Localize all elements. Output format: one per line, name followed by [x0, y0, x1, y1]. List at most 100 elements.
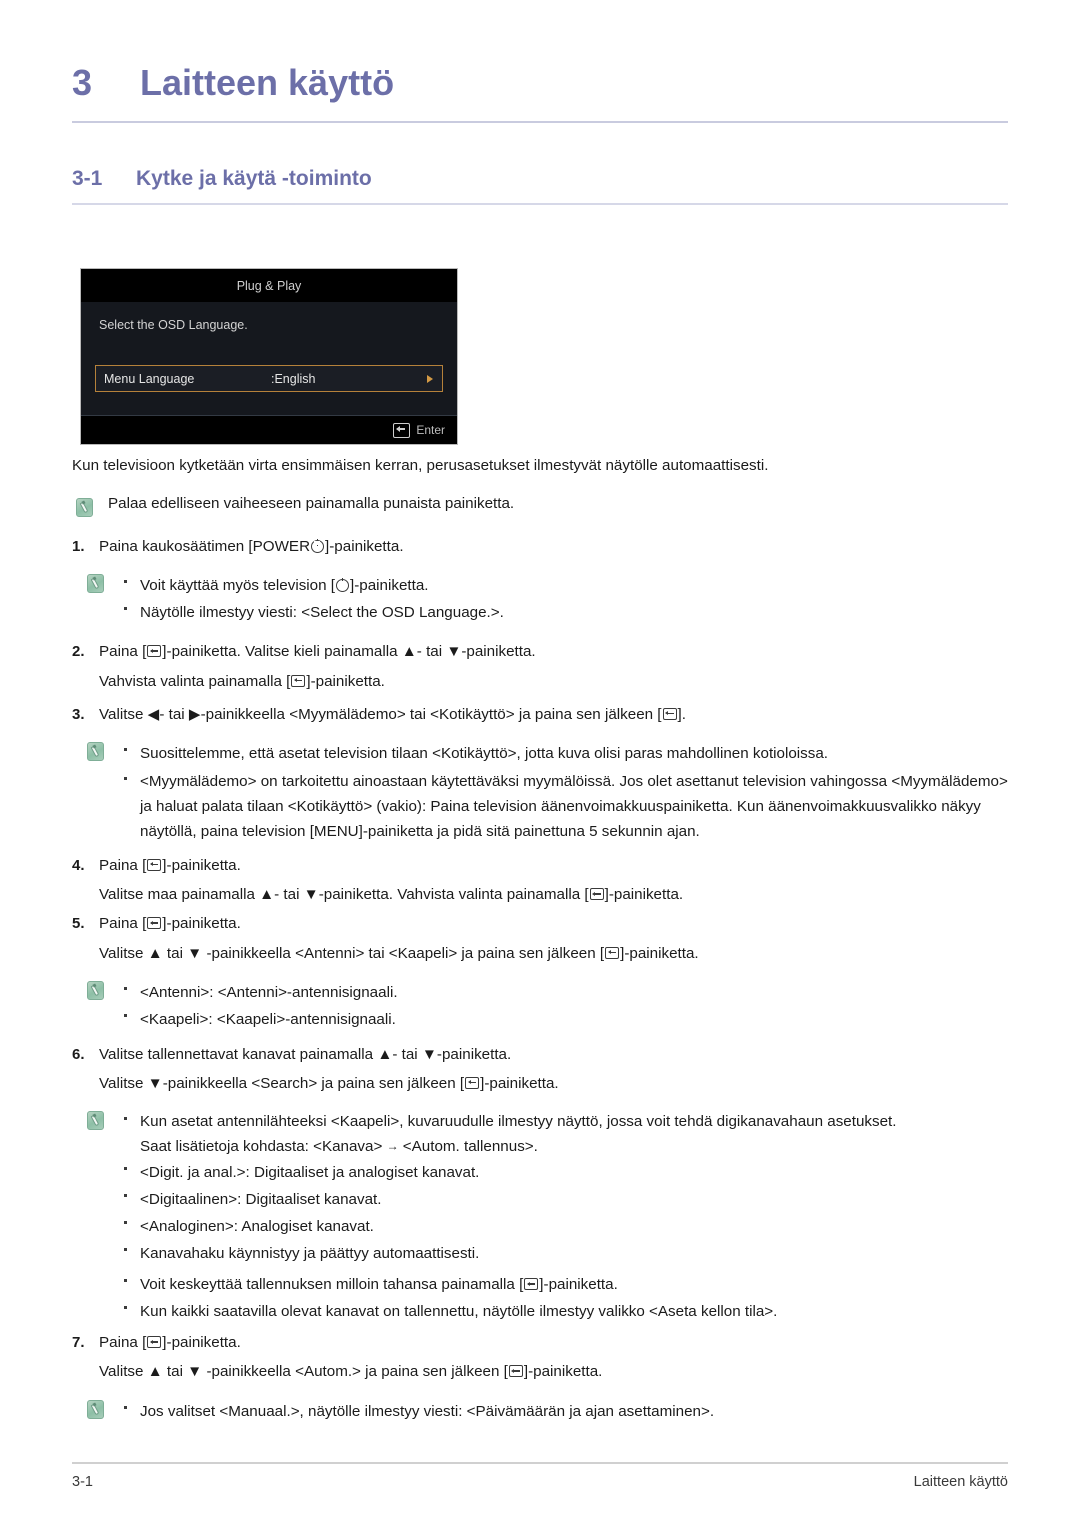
chevron-right-icon [427, 374, 433, 383]
section-heading: 3-1 Kytke ja käytä -toiminto [72, 167, 1008, 191]
osd-menu-language-row[interactable]: Menu Language :English [95, 365, 443, 392]
enter-key-icon [147, 917, 162, 930]
step-2-line2-a: Vahvista valinta painamalla [ [99, 672, 291, 690]
step-5-line2-b: ]-painiketta. [620, 944, 699, 962]
note-step1-list: Voit käyttää myös television []-painiket… [118, 572, 1014, 626]
step-4-number: 4. [72, 857, 85, 875]
step-1-text-b: ]-painiketta. [325, 538, 404, 556]
note-block-step7: Jos valitset <Manuaal.>, näytölle ilmest… [72, 1398, 1014, 1425]
osd-menu-language-label: Menu Language [104, 371, 195, 386]
note-step7-list: Jos valitset <Manuaal.>, näytölle ilmest… [118, 1398, 1014, 1425]
power-icon [311, 539, 325, 554]
list-item: Kanavahaku käynnistyy ja päättyy automaa… [118, 1240, 1014, 1267]
step-6-line-1: Valitse tallennettavat kanavat painamall… [99, 1045, 512, 1063]
step-6: 6. Valitse tallennettavat kanavat painam… [72, 1047, 1014, 1062]
footer-chapter-label: Laitteen käyttö [913, 1474, 1008, 1490]
step-4-line1-b: ]-painiketta. [162, 857, 241, 875]
note-step6-body: Kun asetat antennilähteeksi <Kaapeli>, k… [118, 1109, 1014, 1325]
section-title: Kytke ja käytä -toiminto [136, 167, 372, 190]
step-6-line2-a: Valitse ▼-painikkeella <Search> ja paina… [99, 1075, 465, 1093]
note-block-step1: Voit käyttää myös television []-painiket… [72, 572, 1014, 626]
note-step6-list: Kun asetat antennilähteeksi <Kaapeli>, k… [118, 1109, 1014, 1325]
list-item: Voit käyttää myös television []-painiket… [118, 572, 1014, 599]
step-2-number: 2. [72, 643, 85, 661]
note-icon-cell [72, 1398, 118, 1419]
step-3-line1-a: Valitse ◀- tai ▶-painikkeella <Myymäläde… [99, 705, 662, 723]
power-icon [336, 578, 349, 593]
body-content: Kun televisioon kytketään virta ensimmäi… [72, 458, 1014, 1425]
step-4-line2-b: ]-painiketta. [604, 886, 684, 904]
section-number: 3-1 [72, 167, 103, 190]
enter-key-icon [393, 422, 411, 438]
step-2-line1-a: Paina [ [99, 643, 147, 661]
step-3-line-1: Valitse ◀- tai ▶-painikkeella <Myymäläde… [99, 707, 1014, 722]
enter-key-icon [147, 1336, 162, 1349]
note-step1-b1-a: Voit käyttää myös television [ [140, 577, 335, 595]
step-7-number: 7. [72, 1334, 85, 1352]
step-2-line1-b: ]-painiketta. Valitse kieli painamalla ▲… [162, 643, 536, 661]
step-7: 7. Paina []-painiketta. [72, 1335, 1014, 1350]
step-4: 4. Paina []-painiketta. [72, 858, 1014, 873]
enter-key-icon [605, 946, 620, 959]
step-2-line-2: Vahvista valinta painamalla []-painikett… [99, 674, 1014, 689]
list-item: <Analoginen>: Analogiset kanavat. [118, 1213, 1014, 1240]
note-pencil-icon [86, 1399, 104, 1419]
step-2: 2. Paina [ ]-painiketta. Valitse kieli pa… [72, 644, 1014, 659]
step-1-text-a: Paina kaukosäätimen [POWER [99, 538, 311, 556]
note-icon-cell [72, 740, 118, 762]
step-4-line2-a: Valitse maa painamalla ▲- tai ▼-painiket… [99, 886, 589, 904]
step-5-line1-a: Paina [ [99, 915, 147, 933]
note-step6-b1-line1: Kun asetat antennilähteeksi <Kaapeli>, k… [140, 1113, 897, 1131]
note-pencil-icon [86, 980, 104, 1000]
osd-enter-label: Enter [416, 423, 445, 437]
step-1-text: Paina kaukosäätimen [POWER ]-painiketta. [99, 539, 1014, 554]
note-step3-body: Suosittelemme, että asetat television ti… [118, 740, 1014, 844]
page-footer: 3-1 Laitteen käyttö [72, 1474, 1008, 1490]
note-block-step6: Kun asetat antennilähteeksi <Kaapeli>, k… [72, 1109, 1014, 1325]
list-item: <Kaapeli>: <Kaapeli>-antennisignaali. [118, 1006, 1014, 1033]
note-step3-list: Suosittelemme, että asetat television ti… [118, 740, 1014, 844]
right-arrow-icon: → [386, 1139, 399, 1154]
step-5-line1-b: ]-painiketta. [162, 915, 241, 933]
note-step6-b1-line2-b: <Autom. tallennus>. [402, 1138, 538, 1156]
note-step6-b6-b: ]-painiketta. [539, 1276, 618, 1294]
step-3-line1-b: ]. [677, 705, 686, 723]
step-1: 1. Paina kaukosäätimen [POWER ]-painikett… [72, 539, 1014, 554]
note-step6-b6-a: Voit keskeyttää tallennuksen milloin tah… [140, 1276, 524, 1294]
list-item: <Digit. ja anal.>: Digitaaliset ja analo… [118, 1159, 1014, 1186]
note-pencil-icon [75, 498, 93, 518]
enter-key-icon [589, 888, 604, 901]
step-5-line-2: Valitse ▲ tai ▼ -painikkeella <Antenni> … [99, 946, 1014, 961]
osd-screenshot-figure: Plug & Play Select the OSD Language. Men… [80, 268, 458, 445]
section-divider [72, 203, 1008, 205]
osd-subtitle: Select the OSD Language. [99, 318, 248, 332]
enter-key-icon [147, 645, 162, 658]
list-item: Kun asetat antennilähteeksi <Kaapeli>, k… [118, 1109, 1014, 1159]
note-icon-cell [72, 1109, 118, 1131]
enter-key-icon [147, 859, 162, 872]
step-5-number: 5. [72, 915, 85, 933]
osd-title: Plug & Play [81, 269, 457, 302]
chapter-heading: 3 Laitteen käyttö [72, 62, 1008, 104]
step-4-line-2: Valitse maa painamalla ▲- tai ▼-painiket… [99, 887, 1014, 902]
note-step7-body: Jos valitset <Manuaal.>, näytölle ilmest… [118, 1398, 1014, 1425]
note-step5-list: <Antenni>: <Antenni>-antennisignaali. <K… [118, 979, 1014, 1033]
enter-key-icon [662, 707, 677, 720]
list-item: <Digitaalinen>: Digitaaliset kanavat. [118, 1186, 1014, 1213]
step-6-line2-b: ]-painiketta. [480, 1075, 559, 1093]
step-3-number: 3. [72, 705, 85, 723]
osd-body: Select the OSD Language. Menu Language :… [81, 302, 457, 416]
footer-divider [72, 1462, 1008, 1464]
note-step1-body: Voit käyttää myös television []-painiket… [118, 572, 1014, 626]
osd-menu-language-value: :English [271, 371, 316, 386]
note-pencil-icon [86, 742, 104, 762]
note-block-step5: <Antenni>: <Antenni>-antennisignaali. <K… [72, 979, 1014, 1033]
list-item: Jos valitset <Manuaal.>, näytölle ilmest… [118, 1398, 1014, 1425]
step-4-line-1: Paina []-painiketta. [99, 858, 1014, 873]
chapter-divider [72, 121, 1008, 123]
step-1-number: 1. [72, 538, 85, 556]
note-block-top: Palaa edelliseen vaiheeseen painamalla p… [72, 496, 1014, 518]
note-pencil-icon [86, 574, 104, 594]
intro-paragraph: Kun televisioon kytketään virta ensimmäi… [72, 457, 769, 474]
enter-key-icon [524, 1278, 539, 1291]
